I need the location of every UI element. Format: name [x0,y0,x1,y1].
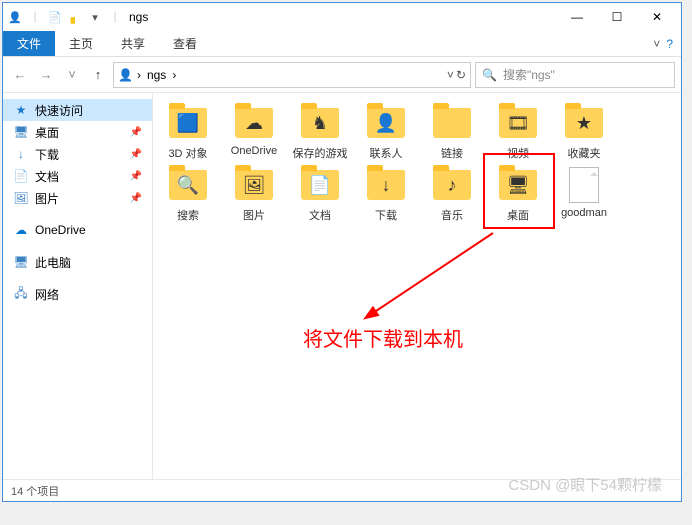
sidebar-item-downloads[interactable]: ↓ 下载 📌 [3,143,152,165]
sidebar-label: 桌面 [35,124,59,141]
sidebar-network[interactable]: 🖧 网络 [3,283,152,305]
sidebar-label: OneDrive [35,223,86,237]
download-icon: ↓ [13,146,29,162]
folder-item[interactable]: 链接 [423,103,481,161]
breadcrumb-dropdown[interactable]: ˅ [447,68,454,82]
up-button[interactable]: ↑ [87,64,109,86]
folder-item[interactable]: 🔍搜索 [159,165,217,223]
close-button[interactable]: ✕ [637,3,677,31]
folder-item[interactable]: ★收藏夹 [555,103,613,161]
pin-icon: 📌 [130,127,142,138]
folder-item[interactable]: 🖼图片 [225,165,283,223]
item-count: 14 个项目 [11,483,59,499]
doc-icon: 📄 [47,9,63,25]
folder-item[interactable]: 📄文档 [291,165,349,223]
titlebar: 👤 | 📄 ▖ ▾ | ngs — ☐ ✕ [3,3,681,31]
sidebar-label: 文档 [35,168,59,185]
forward-button[interactable]: → [35,64,57,86]
folder-item[interactable]: ♞保存的游戏 [291,103,349,161]
statusbar: 14 个项目 [3,479,681,501]
sidebar-label: 快速访问 [35,102,83,119]
sidebar-label: 下载 [35,146,59,163]
file-item-goodman[interactable]: goodman [555,165,613,223]
picture-icon: 🖼 [13,190,29,206]
desktop-icon: 🖥 [13,124,29,140]
sidebar-item-desktop[interactable]: 🖥 桌面 📌 [3,121,152,143]
back-button[interactable]: ← [9,64,31,86]
title-dropdown[interactable]: ▾ [87,9,103,25]
crumb-sep: › [137,68,141,82]
search-placeholder: 搜索"ngs" [503,66,555,83]
folder-item[interactable]: 👤联系人 [357,103,415,161]
annotation-highlight [483,153,555,229]
sidebar: ★ 快速访问 🖥 桌面 📌 ↓ 下载 📌 📄 文档 📌 🖼 图片 � [3,93,153,479]
ribbon-expand[interactable]: ˅ [653,37,660,51]
navbar: ← → ˅ ↑ 👤 › ngs › ˅ ↻ 🔍 搜索"ngs" [3,57,681,93]
tab-view[interactable]: 查看 [159,31,211,56]
document-icon: 📄 [13,168,29,184]
sidebar-onedrive[interactable]: ☁ OneDrive [3,219,152,241]
items-grid: 🟦3D 对象☁OneDrive♞保存的游戏👤联系人链接🎞视频★收藏夹🔍搜索🖼图片… [159,103,675,223]
tab-share[interactable]: 共享 [107,31,159,56]
crumb-ngs[interactable]: ngs [145,68,168,82]
annotation-text: 将文件下载到本机 [303,323,463,352]
breadcrumb[interactable]: 👤 › ngs › ˅ ↻ [113,62,471,88]
history-dropdown[interactable]: ˅ [61,64,83,86]
sidebar-label: 图片 [35,190,59,207]
user-folder-icon: 👤 [118,68,133,82]
sidebar-label: 网络 [35,286,59,303]
file-tab[interactable]: 文件 [3,31,55,56]
crumb-sep: › [172,68,176,82]
folder-item[interactable]: 🟦3D 对象 [159,103,217,161]
search-icon: 🔍 [482,68,497,82]
title-divider: | [107,9,123,25]
ribbon: 文件 主页 共享 查看 ˅ ? [3,31,681,57]
folder-tab-icon: ▖ [67,9,83,25]
search-input[interactable]: 🔍 搜索"ngs" [475,62,675,88]
content-area: 🟦3D 对象☁OneDrive♞保存的游戏👤联系人链接🎞视频★收藏夹🔍搜索🖼图片… [153,93,681,479]
star-icon: ★ [13,102,29,118]
minimize-button[interactable]: — [557,3,597,31]
sidebar-thispc[interactable]: 🖥 此电脑 [3,251,152,273]
sidebar-label: 此电脑 [35,254,71,271]
annotation-arrow [363,223,503,323]
pin-icon: 📌 [130,193,142,204]
maximize-button[interactable]: ☐ [597,3,637,31]
sidebar-item-documents[interactable]: 📄 文档 📌 [3,165,152,187]
cloud-icon: ☁ [13,222,29,238]
tab-home[interactable]: 主页 [55,31,107,56]
folder-item[interactable]: ↓下载 [357,165,415,223]
pin-icon: 📌 [130,149,142,160]
pc-icon: 🖥 [13,254,29,270]
window-title: ngs [129,10,148,24]
help-button[interactable]: ? [666,37,673,51]
sidebar-quick-access[interactable]: ★ 快速访问 [3,99,152,121]
folder-item[interactable]: ☁OneDrive [225,103,283,161]
explorer-window: 👤 | 📄 ▖ ▾ | ngs — ☐ ✕ 文件 主页 共享 查看 ˅ ? ← … [2,2,682,502]
folder-item[interactable]: ♪音乐 [423,165,481,223]
refresh-button[interactable]: ↻ [456,68,466,82]
user-icon: 👤 [7,9,23,25]
network-icon: 🖧 [13,286,29,302]
pin-icon: 📌 [130,171,142,182]
sidebar-item-pictures[interactable]: 🖼 图片 📌 [3,187,152,209]
divider: | [27,9,43,25]
